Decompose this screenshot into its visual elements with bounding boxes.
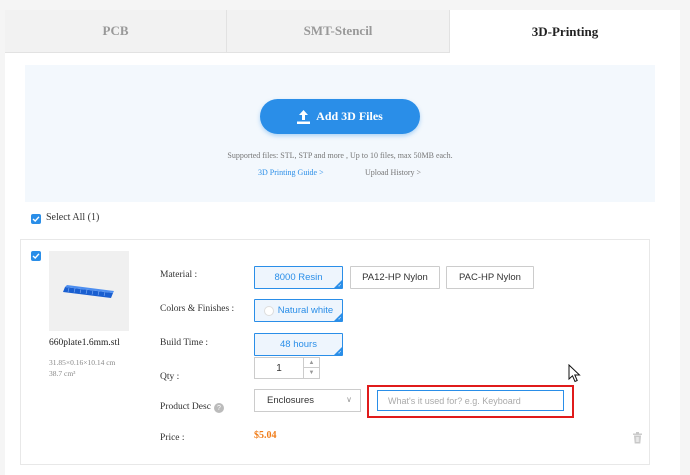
spinner-down-icon[interactable]: ▼ — [303, 368, 319, 378]
selected-check-icon: ✓ — [337, 283, 342, 289]
checkbox-checked-icon — [32, 253, 40, 259]
select-all-checkbox[interactable] — [31, 214, 41, 224]
material-label: Material : — [160, 270, 198, 280]
material-option-pa12-hp-nylon[interactable]: PA12-HP Nylon — [350, 266, 440, 289]
item-checkbox[interactable] — [31, 251, 41, 261]
colors-finishes-label: Colors & Finishes : — [160, 304, 235, 314]
tab-smt-stencil[interactable]: SMT-Stencil — [227, 10, 450, 53]
add-3d-files-label: Add 3D Files — [316, 109, 383, 123]
price-value: $5.04 — [254, 430, 277, 441]
material-option-pac-hp-nylon[interactable]: PAC-HP Nylon — [446, 266, 534, 289]
selected-check-icon: ✓ — [337, 316, 342, 322]
upload-area[interactable]: Add 3D Files Supported files: STL, STP a… — [25, 65, 655, 202]
product-category-select[interactable]: Enclosures ∨ — [254, 389, 361, 412]
color-swatch — [263, 305, 274, 316]
chevron-down-icon: ∨ — [346, 395, 352, 404]
file-name: 660plate1.6mm.stl — [49, 338, 120, 348]
supported-files-text: Supported files: STL, STP and more , Up … — [227, 151, 453, 160]
material-option-8000-resin[interactable]: 8000 Resin ✓ — [254, 266, 343, 289]
trash-icon[interactable] — [632, 432, 643, 444]
color-option-label: Natural white — [277, 305, 334, 316]
upload-history-link[interactable]: Upload History > — [365, 168, 421, 177]
build-time-option-label: 48 hours — [280, 339, 317, 350]
help-icon[interactable]: ? — [214, 403, 224, 413]
build-time-label: Build Time : — [160, 338, 209, 348]
file-dimensions: 31.85×0.16×10.14 cm 38.7 cm³ — [49, 357, 115, 379]
checkbox-checked-icon — [32, 216, 40, 222]
build-time-option-48-hours[interactable]: 48 hours ✓ — [254, 333, 343, 356]
add-3d-files-button[interactable]: Add 3D Files — [260, 99, 420, 134]
mouse-cursor-icon — [568, 364, 581, 383]
product-use-input[interactable] — [377, 390, 564, 411]
model-thumbnail[interactable] — [49, 251, 129, 331]
printing-guide-link[interactable]: 3D Printing Guide > — [258, 168, 324, 177]
spinner-up-icon[interactable]: ▲ — [303, 358, 319, 368]
quantity-stepper[interactable]: 1 ▲ ▼ — [254, 357, 320, 379]
material-option-label: PAC-HP Nylon — [459, 272, 521, 283]
qty-label: Qty : — [160, 372, 180, 382]
volume-text: 38.7 cm³ — [49, 369, 76, 378]
material-option-label: PA12-HP Nylon — [362, 272, 428, 283]
price-label: Price : — [160, 433, 185, 443]
tab-3d-printing[interactable]: 3D-Printing — [450, 10, 680, 53]
product-desc-label: Product Desc — [160, 402, 211, 412]
material-option-label: 8000 Resin — [274, 272, 323, 283]
upload-icon — [297, 109, 311, 124]
tab-bar: PCB SMT-Stencil 3D-Printing — [5, 10, 680, 53]
dimensions-text: 31.85×0.16×10.14 cm — [49, 358, 116, 367]
color-option-natural-white[interactable]: Natural white ✓ — [254, 299, 343, 322]
tab-pcb[interactable]: PCB — [5, 10, 227, 53]
quantity-value[interactable]: 1 — [255, 358, 303, 378]
product-category-value: Enclosures — [267, 395, 314, 406]
model-preview-image — [63, 285, 114, 298]
select-all-label: Select All (1) — [46, 212, 100, 223]
selected-check-icon: ✓ — [337, 350, 342, 356]
